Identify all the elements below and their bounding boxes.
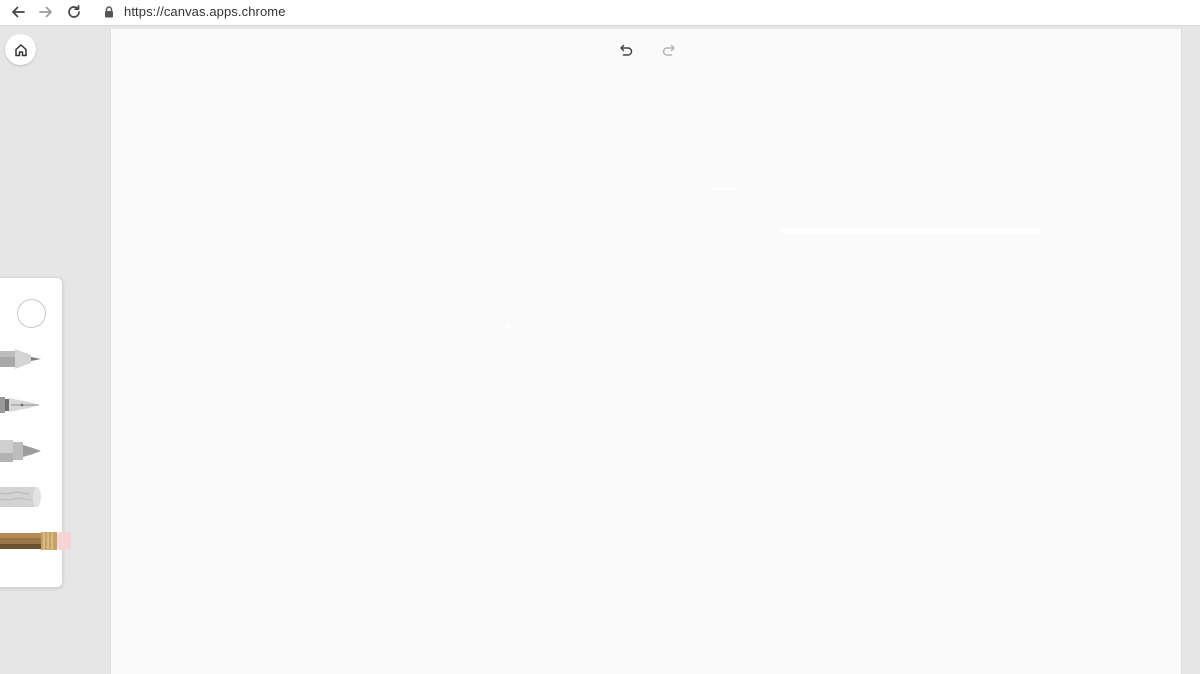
home-button[interactable] <box>5 34 36 65</box>
pencil-icon <box>0 532 71 550</box>
arrow-left-icon <box>12 6 25 18</box>
pen-icon <box>0 349 41 369</box>
canvas-stroke <box>781 228 1041 234</box>
chalk-icon <box>0 487 41 507</box>
lock-icon <box>105 6 113 18</box>
undo-icon <box>619 44 632 56</box>
canvas-stroke <box>505 325 509 328</box>
marker-icon <box>0 440 41 462</box>
forward-button[interactable] <box>35 2 57 22</box>
chalk-tool[interactable] <box>0 485 46 509</box>
redo-icon <box>662 44 675 56</box>
reload-button[interactable] <box>63 2 85 22</box>
drawing-canvas[interactable] <box>110 28 1182 674</box>
arrow-right-icon <box>39 6 52 18</box>
color-picker-button[interactable] <box>17 299 46 328</box>
reload-icon <box>68 4 80 18</box>
back-button[interactable] <box>7 2 29 22</box>
calligraphy-tool[interactable] <box>0 393 46 417</box>
marker-tool[interactable] <box>0 438 46 464</box>
pencil-tool[interactable] <box>0 529 73 553</box>
fountain-pen-icon <box>0 397 39 413</box>
address-bar-url[interactable]: https://canvas.apps.chrome <box>124 4 286 19</box>
browser-toolbar: https://canvas.apps.chrome <box>0 0 1200 26</box>
pen-tool[interactable] <box>0 347 46 371</box>
undo-button[interactable] <box>617 41 635 59</box>
home-icon <box>14 43 27 56</box>
canvas-stroke <box>711 187 735 190</box>
redo-button[interactable] <box>659 41 677 59</box>
tool-panel <box>0 277 71 588</box>
